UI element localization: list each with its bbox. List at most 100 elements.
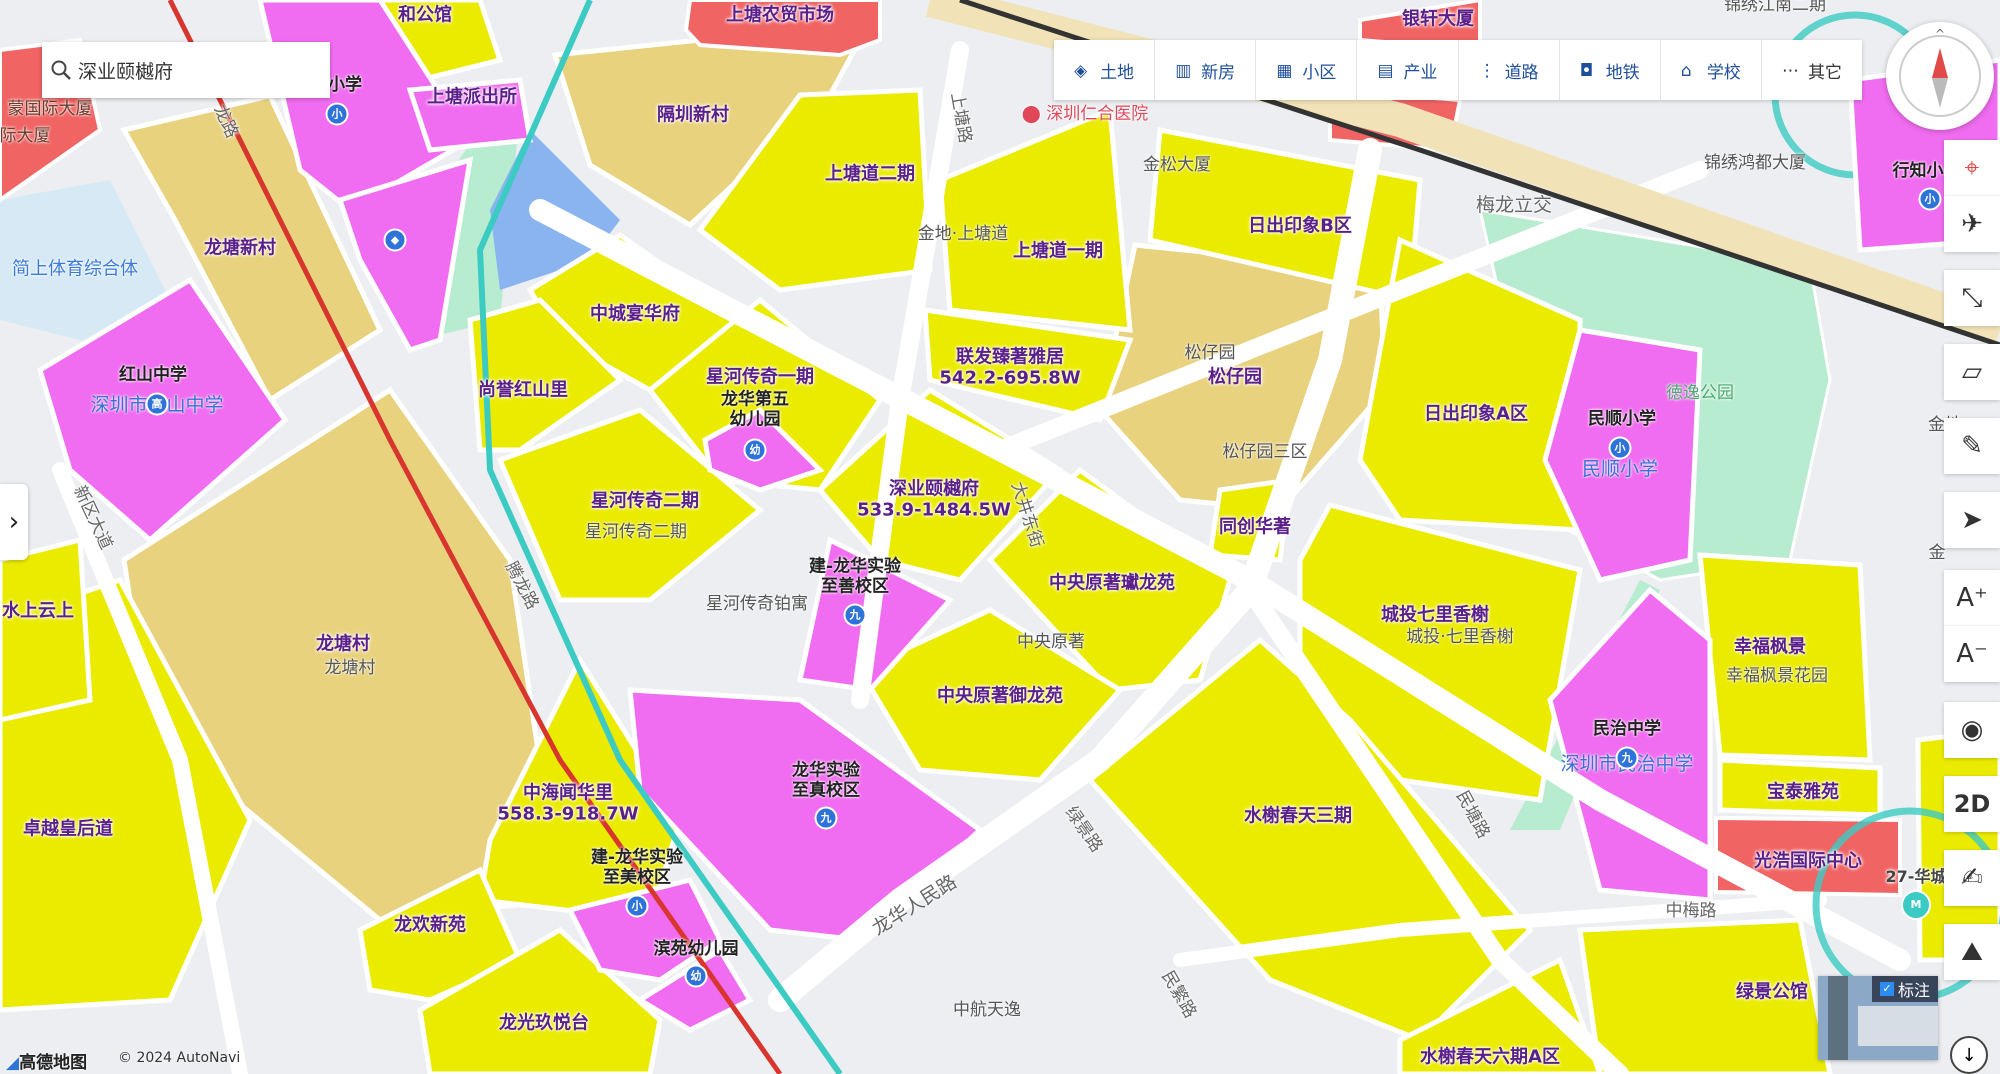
school-label[interactable]: 小学 (328, 76, 362, 96)
parcel-label[interactable]: 尚誉红山里 (478, 380, 568, 402)
checkbox-icon[interactable]: ✓ (1879, 982, 1894, 996)
parcel-label[interactable]: 星河传奇一期 (706, 367, 814, 389)
terrain-icon: ⛰ (1961, 936, 1983, 967)
parcel-label[interactable]: 卓越皇后道 (23, 819, 113, 841)
parcel-label[interactable]: 星河传奇二期 (591, 491, 699, 513)
school-label[interactable]: 建-龙华实验至美校区 (589, 848, 685, 887)
expand-panel-button[interactable]: › (0, 484, 28, 560)
parcel-label[interactable]: 中央原著御龙苑 (937, 686, 1063, 708)
metro-station-icon[interactable]: M (1901, 890, 1931, 920)
community-icon: ▦ (1276, 61, 1293, 81)
cursor-icon: ➤ (1961, 505, 1983, 535)
parcel-label[interactable]: 中城宴华府 (590, 304, 680, 326)
poi-label[interactable]: 松仔园 (1185, 344, 1236, 364)
poi-label[interactable]: 中航天逸 (953, 1001, 1021, 1021)
search-input[interactable]: 深业颐樾府 (78, 57, 173, 84)
parcel-label[interactable]: 上塘农贸市场 (726, 5, 834, 27)
fullscreen-button[interactable]: ⤡ (1944, 270, 2000, 326)
parcel-label[interactable]: 绿景公馆 (1736, 982, 1808, 1004)
parcel-label[interactable]: 隔圳新村 (657, 105, 729, 127)
parcel-label[interactable]: 幸福枫景 (1734, 637, 1806, 659)
kindergarten-label[interactable]: 滨苑幼儿园 (654, 940, 739, 960)
parcel-label[interactable]: 龙塘新村 (204, 238, 276, 260)
notes-button[interactable]: ✍ (1944, 850, 2000, 906)
category-land[interactable]: ◈ 土地 (1054, 40, 1156, 100)
school-label[interactable]: 民顺小学 (1588, 410, 1656, 430)
parcel-label[interactable]: 同创华著 (1219, 517, 1291, 539)
park-label[interactable]: 徳逸公园 (1666, 384, 1734, 404)
parcel-label[interactable]: 日出印象A区 (1424, 404, 1528, 426)
category-school[interactable]: ⌂ 学校 (1661, 40, 1762, 100)
parcel-label[interactable]: 银轩大厦 (1402, 9, 1474, 31)
school-label[interactable]: 行知小 (1893, 162, 1944, 182)
parcel-label[interactable]: 水榭春天三期 (1244, 806, 1352, 828)
measure-button[interactable]: ▱ (1944, 344, 2000, 400)
parcel-label[interactable]: 联发臻著雅居 542.2-695.8W (939, 346, 1080, 388)
poi-label[interactable]: 锦绣江南二期 (1724, 0, 1826, 16)
category-industry[interactable]: ▤ 产业 (1357, 40, 1459, 100)
label-toggle[interactable]: ✓ 标注 (1871, 976, 1938, 1002)
school-label[interactable]: 红山中学 (119, 366, 187, 386)
poi-label[interactable]: 际大厦 (0, 127, 51, 147)
parcel-label[interactable]: 龙塘村 (316, 634, 370, 656)
parcel-label[interactable]: 中海闻华里 558.3-918.7W (497, 782, 638, 824)
category-more[interactable]: ⋯ 其它 (1762, 40, 1862, 100)
poi-label[interactable]: 简上体育综合体 (12, 259, 138, 281)
school-label[interactable]: 龙华实验至真校区 (786, 761, 866, 800)
category-label: 学校 (1706, 62, 1741, 83)
parcel-label[interactable]: 松仔园 (1208, 367, 1262, 389)
satellite-thumbnail[interactable]: ✓ 标注 (1818, 976, 1938, 1060)
parcel-label[interactable]: 水榭春天六期A区 (1420, 1047, 1560, 1069)
parcel-label[interactable]: 中央原著瓛龙苑 (1049, 573, 1175, 595)
terrain-button[interactable]: ⛰ (1944, 924, 2000, 980)
draw-button[interactable]: ✎ (1944, 418, 2000, 474)
font-decrease-button[interactable]: A⁻ (1944, 626, 2000, 682)
kindergarten-label[interactable]: 龙华第五幼儿园 (715, 390, 795, 429)
view-mode-button[interactable]: 2D (1944, 776, 2000, 832)
parcel-label[interactable]: 水上云上 (2, 601, 74, 623)
poi-label[interactable]: 幸福枫景花园 (1726, 667, 1828, 687)
parcel-label[interactable]: 深业颐樾府 533.9-1484.5W (857, 478, 1011, 520)
category-community[interactable]: ▦ 小区 (1256, 40, 1358, 100)
poi-label[interactable]: 星河传奇二期 (585, 523, 687, 543)
parcel-label[interactable]: 上塘派出所 (427, 87, 517, 109)
parcel-label[interactable]: 和公馆 (398, 5, 452, 27)
school-label[interactable]: 民治中学 (1593, 720, 1661, 740)
parcel-label[interactable]: 城投七里香榭 (1381, 605, 1489, 627)
search-box[interactable]: 深业颐樾府 (42, 42, 330, 98)
poi-label[interactable]: 金 (1929, 544, 1946, 564)
copyright: © 2024 AutoNavi (118, 1050, 241, 1066)
download-button[interactable]: ↓ (1950, 1036, 1988, 1074)
poi-label[interactable]: 城投·七里香榭 (1406, 628, 1513, 648)
category-metro[interactable]: ◘ 地铁 (1560, 40, 1661, 100)
parcel-label[interactable]: 上塘道一期 (1013, 241, 1103, 263)
poi-label[interactable]: 锦绣鸿都大厦 (1704, 154, 1806, 174)
poi-label[interactable]: 松仔园三区 (1223, 443, 1308, 463)
font-increase-icon: A⁺ (1956, 583, 1988, 613)
poi-label[interactable]: 蒙国际大厦 (8, 100, 93, 120)
category-road[interactable]: ⋮ 道路 (1459, 40, 1560, 100)
parcel-label[interactable]: 龙光玖悦台 (499, 1013, 589, 1035)
parcel-label[interactable]: 日出印象B区 (1248, 216, 1352, 238)
hospital-label[interactable]: ⬤ 深圳仁合医院 (1022, 104, 1148, 125)
poi-label[interactable]: 金地·上塘道 (918, 225, 1008, 245)
school-label[interactable]: 建-龙华实验至善校区 (807, 557, 903, 596)
category-newhouse[interactable]: ▥ 新房 (1155, 40, 1257, 100)
poi-label[interactable]: 中央原著 (1017, 633, 1085, 653)
layers-button[interactable]: ◉ (1944, 702, 2000, 758)
parcel-label[interactable]: 光浩国际中心 (1754, 851, 1862, 873)
select-button[interactable]: ➤ (1944, 492, 2000, 548)
metro-station-label[interactable]: 27-华城 (1886, 867, 1947, 886)
compass[interactable]: ^ (1886, 22, 1994, 130)
parcel-label[interactable]: 龙欢新苑 (394, 915, 466, 937)
drone-button[interactable]: ✈ (1944, 196, 2000, 252)
font-increase-button[interactable]: A⁺ (1944, 570, 2000, 626)
location-pin-button[interactable]: ⌖ (1944, 140, 2000, 196)
poi-label[interactable]: 金松大厦 (1143, 156, 1211, 176)
parcel-label[interactable]: 上塘道二期 (825, 164, 915, 186)
parcel-label[interactable]: 宝泰雅苑 (1767, 782, 1839, 804)
poi-label[interactable]: 龙塘村 (325, 659, 376, 679)
poi-label[interactable]: 星河传奇铂寓 (706, 595, 808, 615)
search-icon[interactable] (50, 59, 72, 81)
location-pin-icon: ⌖ (1964, 152, 1980, 183)
